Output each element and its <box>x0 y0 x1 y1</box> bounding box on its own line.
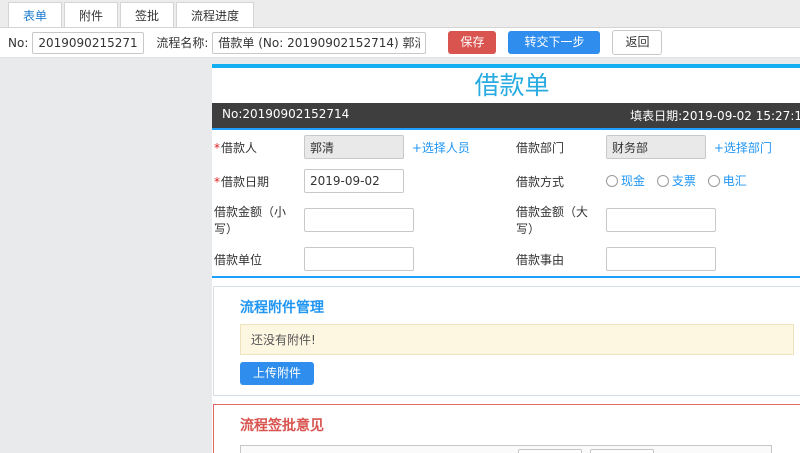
radio-label: 现金 <box>621 174 646 189</box>
radio-icon <box>606 174 618 187</box>
tab-progress[interactable]: 流程进度 <box>176 2 255 27</box>
table-row: 借款单位 借款事由 <box>212 242 800 277</box>
save-button[interactable]: 保存 <box>448 30 497 55</box>
no-attachment-notice: 还没有附件! <box>240 324 794 355</box>
borrower-input[interactable] <box>304 135 404 159</box>
tab-bar: 表单 附件 签批 流程进度 <box>0 0 800 28</box>
unit-field <box>302 242 514 277</box>
fill-date: 填表日期:2019-09-02 15:27:1 <box>630 109 800 123</box>
table-row: *借款日期 借款方式 现金 <box>212 164 800 198</box>
editor-toolbar: B I abc A A ⚑ <box>241 446 771 453</box>
required-mark: * <box>214 174 220 189</box>
method-field: 现金 支票 电汇 <box>604 164 800 198</box>
reason-label: 借款事由 <box>514 242 604 277</box>
amount-big-input[interactable] <box>606 208 716 232</box>
reason-input[interactable] <box>606 247 716 271</box>
amount-small-label-text: 借款金额（小写） <box>214 205 287 236</box>
amount-big-label-text: 借款金额（大写） <box>516 205 589 236</box>
amount-small-label: 借款金额（小写） <box>212 198 302 242</box>
borrow-date-field <box>302 164 514 198</box>
content-area: 借款单 No:20190902152714 填表日期:2019-09-02 15… <box>0 58 800 453</box>
radio-option-cash[interactable]: 现金 <box>606 172 645 189</box>
style-select[interactable]: 样式 <box>518 449 583 453</box>
borrower-label: *借款人 <box>212 130 302 164</box>
upload-attachment-button[interactable]: 上传附件 <box>240 362 315 386</box>
department-field: +选择部门 <box>604 130 800 164</box>
attachment-section: 流程附件管理 还没有附件! 上传附件 <box>213 286 800 397</box>
amount-big-label: 借款金额（大写） <box>514 198 604 242</box>
amount-big-field <box>604 198 800 242</box>
borrower-field: +选择人员 <box>302 130 514 164</box>
radio-option-check[interactable]: 支票 <box>656 172 696 189</box>
process-name-label: 流程名称: <box>156 36 209 50</box>
approval-section-title: 流程签批意见 <box>240 418 324 435</box>
borrow-date-input[interactable] <box>304 169 404 193</box>
loan-form-table: *借款人 +选择人员 借款部门 +选择部门 <box>212 130 800 278</box>
amount-small-input[interactable] <box>304 208 414 232</box>
department-label-text: 借款部门 <box>516 140 565 155</box>
attachment-section-title: 流程附件管理 <box>240 300 324 316</box>
page-title: 借款单 <box>474 71 550 100</box>
table-row: *借款人 +选择人员 借款部门 +选择部门 <box>212 130 800 164</box>
amount-small-field <box>302 198 514 242</box>
radio-label: 电汇 <box>722 174 747 189</box>
rich-text-editor: B I abc A A ⚑ <box>240 445 772 453</box>
doc-header-bar: No:20190902152714 填表日期:2019-09-02 15:27:… <box>212 103 800 130</box>
approval-section: 流程签批意见 B I abc A A ⚑ <box>213 404 800 453</box>
unit-label-text: 借款单位 <box>214 252 263 267</box>
borrow-date-label-text: 借款日期 <box>221 174 270 189</box>
next-step-button[interactable]: 转交下一步 <box>508 30 601 55</box>
radio-option-wire[interactable]: 电汇 <box>707 172 747 189</box>
no-label: No: <box>8 35 29 50</box>
doc-number: No:20190902152714 <box>222 107 350 121</box>
back-button[interactable]: 返回 <box>612 29 663 56</box>
department-input[interactable] <box>606 135 706 159</box>
radio-label: 支票 <box>671 174 696 189</box>
method-label: 借款方式 <box>514 164 604 198</box>
unit-label: 借款单位 <box>212 242 302 277</box>
unit-input[interactable] <box>304 247 414 271</box>
format-select[interactable]: 格式 <box>590 449 655 453</box>
borrower-label-text: 借款人 <box>221 140 258 155</box>
radio-icon <box>656 174 669 187</box>
no-input[interactable] <box>32 31 145 54</box>
table-row: 借款金额（小写） 借款金额（大写） <box>212 198 800 242</box>
loan-form-card: 借款单 No:20190902152714 填表日期:2019-09-02 15… <box>212 64 800 453</box>
loan-form-page: 表单 附件 签批 流程进度 No: 流程名称: 保存 转交下一步 返回 借款单 … <box>0 0 800 453</box>
radio-icon <box>707 174 720 187</box>
select-person-link[interactable]: +选择人员 <box>412 141 470 155</box>
tab-form[interactable]: 表单 <box>8 2 63 27</box>
select-department-link[interactable]: +选择部门 <box>714 141 772 155</box>
borrow-date-label: *借款日期 <box>212 164 302 198</box>
required-mark: * <box>214 140 220 155</box>
action-toolbar: No: 流程名称: 保存 转交下一步 返回 <box>0 28 800 58</box>
tab-approval[interactable]: 签批 <box>120 2 175 27</box>
process-name-input[interactable] <box>212 31 427 54</box>
reason-label-text: 借款事由 <box>516 252 565 267</box>
tab-attachment[interactable]: 附件 <box>64 2 119 27</box>
department-label: 借款部门 <box>514 130 604 164</box>
reason-field <box>604 242 800 277</box>
method-label-text: 借款方式 <box>516 174 565 189</box>
